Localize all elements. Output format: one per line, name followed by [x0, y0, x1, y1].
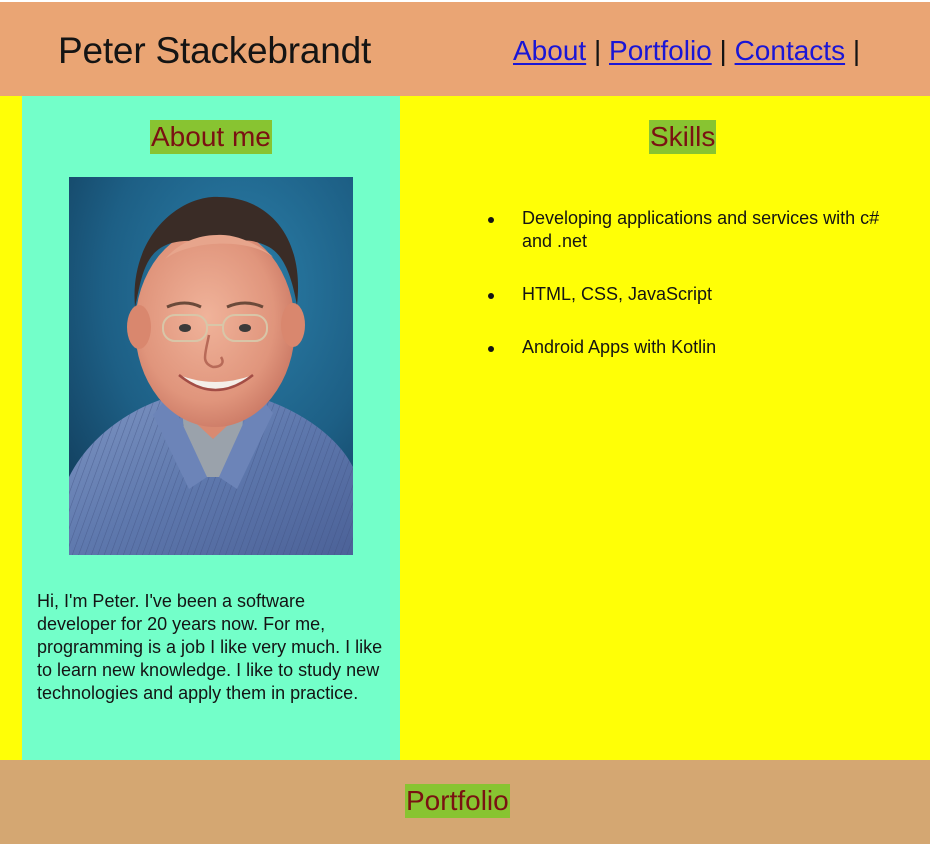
skill-item-label: Developing applications and services wit… [522, 208, 880, 251]
portfolio-section: Portfolio [0, 760, 930, 844]
skill-item: Developing applications and services wit… [483, 207, 883, 253]
profile-photo [69, 177, 353, 555]
nav-separator: | [593, 35, 602, 66]
skills-title: Skills [649, 120, 717, 154]
skill-item: Android Apps with Kotlin [483, 336, 883, 359]
main-content: About me Hi, I'm Peter. I've been a soft… [0, 96, 930, 760]
nav-separator: | [719, 35, 727, 66]
main-nav: About | Portfolio | Contacts | [513, 32, 860, 70]
nav-link-about[interactable]: About [513, 35, 586, 66]
site-name: Peter Stackebrandt [58, 30, 372, 71]
site-header: Peter Stackebrandt About | Portfolio | C… [0, 2, 930, 96]
about-text: Hi, I'm Peter. I've been a software deve… [37, 591, 383, 703]
nav-link-portfolio[interactable]: Portfolio [609, 35, 712, 66]
page: Peter Stackebrandt About | Portfolio | C… [0, 0, 930, 844]
skill-item: HTML, CSS, JavaScript [483, 283, 883, 306]
skill-item-label: HTML, CSS, JavaScript [522, 284, 713, 304]
bullet-icon [488, 293, 494, 299]
about-title: About me [150, 120, 272, 154]
skills-list: Developing applications and services wit… [483, 207, 883, 389]
nav-link-contacts[interactable]: Contacts [735, 35, 846, 66]
skill-item-label: Android Apps with Kotlin [522, 337, 717, 357]
bullet-icon [488, 217, 494, 223]
nav-separator: | [852, 35, 861, 66]
bullet-icon [488, 346, 494, 352]
portfolio-title: Portfolio [405, 784, 510, 818]
